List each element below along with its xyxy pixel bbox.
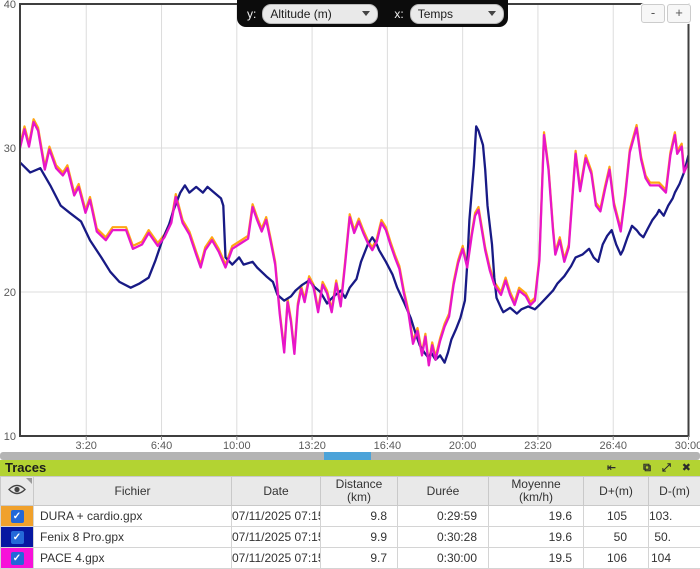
panel-title: Traces [0, 460, 46, 476]
eye-icon [8, 484, 26, 495]
x-axis-label: x: [394, 7, 403, 21]
zoom-in-button[interactable]: + [667, 4, 691, 23]
trace-dplus: 106 [584, 548, 649, 569]
table-header-row: Fichier Date Distance(km) Durée Moyenne(… [1, 477, 700, 506]
trace-date: 07/11/2025 07:15 [232, 506, 321, 527]
trace-average: 19.6 [489, 506, 584, 527]
x-axis-tick-label: 10:00 [223, 440, 251, 452]
x-axis-tick-label: 26:40 [599, 440, 627, 452]
trace-duration: 0:30:00 [398, 548, 489, 569]
y-axis-tick-label: 30 [4, 143, 16, 155]
column-header-dminus[interactable]: D-(m) [649, 477, 700, 506]
visibility-column-header[interactable] [1, 477, 34, 506]
gps-traces-app: 3:20 6:40 10:00 13:20 16:40 20:00 23:20 26:40 30… [0, 0, 700, 566]
column-header-duration[interactable]: Durée [398, 477, 489, 506]
trace-average: 19.5 [489, 548, 584, 569]
table-row[interactable]: ✓ Fenix 8 Pro.gpx 07/11/2025 07:15 9.9 0… [1, 527, 700, 548]
zoom-controls: - + [640, 3, 692, 24]
trace-line [20, 122, 689, 365]
y-axis-select-value: Altitude (m) [270, 7, 331, 21]
expand-icon[interactable]: ⤢ [662, 460, 671, 476]
y-axis-label: y: [247, 7, 256, 21]
trace-distance: 9.7 [321, 548, 398, 569]
trace-dminus: 104 [649, 548, 700, 569]
chevron-down-icon [362, 11, 370, 16]
x-axis-tick-label: 30:00 [675, 440, 700, 452]
trace-color-swatch: ✓ [1, 527, 34, 548]
traces-table: Fichier Date Distance(km) Durée Moyenne(… [0, 476, 700, 569]
table-row[interactable]: ✓ PACE 4.gpx 07/11/2025 07:15 9.7 0:30:0… [1, 548, 700, 569]
x-axis-tick-label: 6:40 [151, 440, 172, 452]
trace-file-name: PACE 4.gpx [34, 548, 232, 569]
visibility-checkbox[interactable]: ✓ [11, 552, 24, 565]
column-header-dplus[interactable]: D+(m) [584, 477, 649, 506]
x-axis-tick-label: 23:20 [524, 440, 552, 452]
x-axis-tick-label: 16:40 [374, 440, 402, 452]
trace-dplus: 50 [584, 527, 649, 548]
trace-date: 07/11/2025 07:15 [232, 548, 321, 569]
trace-color-swatch: ✓ [1, 506, 34, 527]
visibility-checkbox[interactable]: ✓ [11, 510, 24, 523]
column-header-date[interactable]: Date [232, 477, 321, 506]
dock-left-icon[interactable]: ⇤ [607, 460, 616, 476]
y-axis-select[interactable]: Altitude (m) [262, 4, 378, 24]
axis-picker-panel: y: Altitude (m) x: Temps [237, 0, 508, 27]
trace-dplus: 105 [584, 506, 649, 527]
zoom-out-button[interactable]: - [641, 4, 665, 23]
x-axis-select[interactable]: Temps [410, 4, 504, 24]
chart-canvas[interactable]: 3:20 6:40 10:00 13:20 16:40 20:00 23:20 26:40 30… [0, 0, 700, 452]
visibility-checkbox[interactable]: ✓ [11, 531, 24, 544]
column-header-average[interactable]: Moyenne(km/h) [489, 477, 584, 506]
x-axis-tick-label: 20:00 [449, 440, 477, 452]
x-axis-tick-label: 3:20 [76, 440, 97, 452]
trace-color-swatch: ✓ [1, 548, 34, 569]
trace-date: 07/11/2025 07:15 [232, 527, 321, 548]
traces-panel-header: Traces ⇤ ⧉ ⤢ ✖ [0, 460, 700, 476]
y-axis-tick-label: 10 [4, 431, 16, 443]
scrollbar-thumb[interactable] [324, 452, 371, 460]
y-axis-tick-label: 20 [4, 287, 16, 299]
trace-distance: 9.8 [321, 506, 398, 527]
trace-distance: 9.9 [321, 527, 398, 548]
column-header-file[interactable]: Fichier [34, 477, 232, 506]
timeline-scrollbar[interactable] [0, 452, 700, 460]
x-axis-select-value: Temps [418, 7, 453, 21]
column-header-distance[interactable]: Distance(km) [321, 477, 398, 506]
chevron-down-icon [488, 11, 496, 16]
y-axis-tick-label: 40 [4, 0, 16, 11]
trace-duration: 0:29:59 [398, 506, 489, 527]
x-axis-tick-label: 13:20 [298, 440, 326, 452]
trace-file-name: Fenix 8 Pro.gpx [34, 527, 232, 548]
altitude-chart[interactable]: 3:20 6:40 10:00 13:20 16:40 20:00 23:20 26:40 30… [0, 0, 700, 452]
trace-line [20, 119, 689, 362]
trace-dminus: 50. [649, 527, 700, 548]
trace-file-name: DURA + cardio.gpx [34, 506, 232, 527]
trace-duration: 0:30:28 [398, 527, 489, 548]
popout-icon[interactable]: ⧉ [643, 460, 651, 476]
close-icon[interactable]: ✖ [682, 460, 691, 476]
panel-header-icons: ⇤ ⧉ ⤢ ✖ [607, 460, 700, 476]
trace-dminus: 103. [649, 506, 700, 527]
trace-average: 19.6 [489, 527, 584, 548]
table-row[interactable]: ✓ DURA + cardio.gpx 07/11/2025 07:15 9.8… [1, 506, 700, 527]
